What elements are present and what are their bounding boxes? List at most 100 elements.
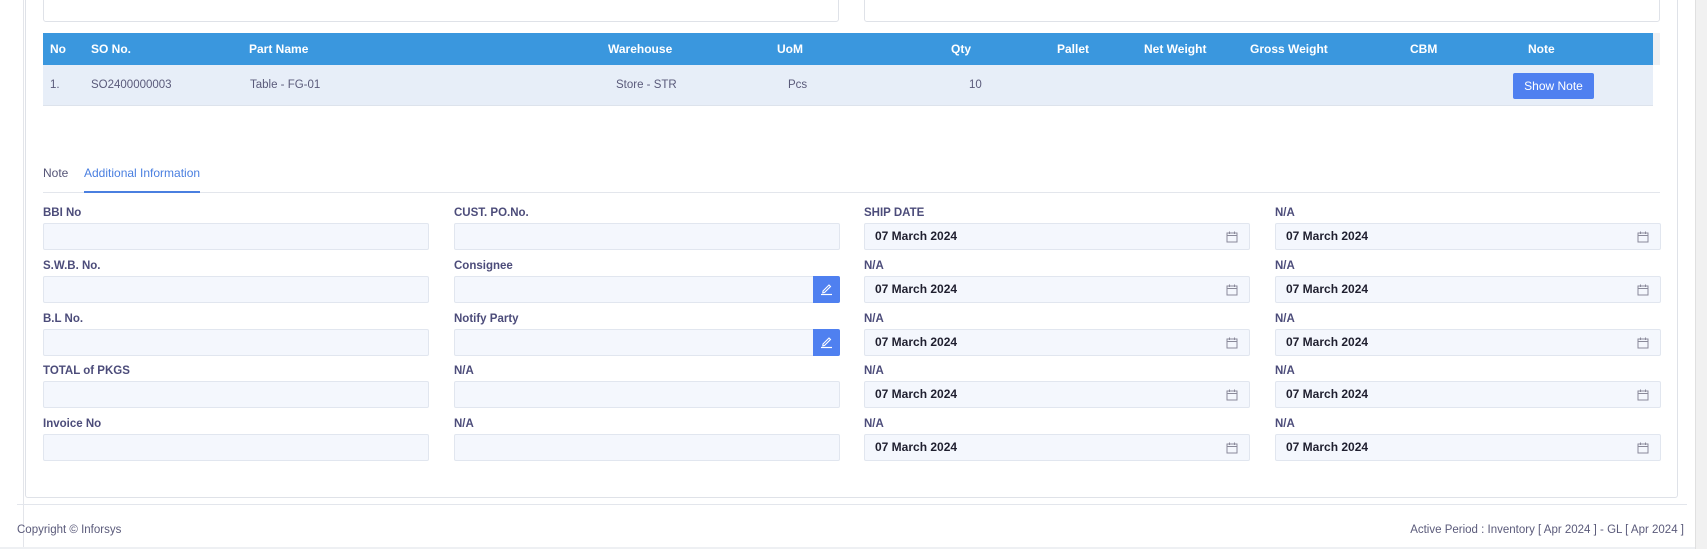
- calendar-icon[interactable]: [1226, 336, 1238, 354]
- field-n-a: N/A 07 March 2024: [1275, 312, 1661, 356]
- text-input[interactable]: [43, 381, 429, 408]
- show-note-button[interactable]: Show Note: [1513, 73, 1594, 99]
- table-row: 1. SO2400000003 Table - FG-01 Store - ST…: [43, 65, 1653, 106]
- date-input[interactable]: 07 March 2024: [1275, 276, 1661, 303]
- cell-qty: 10: [969, 79, 982, 91]
- tab-note[interactable]: Note: [43, 160, 68, 193]
- text-input[interactable]: [43, 434, 429, 461]
- field-label: N/A: [1275, 418, 1295, 430]
- date-input[interactable]: 07 March 2024: [1275, 434, 1661, 461]
- field-n-a: N/A 07 March 2024: [864, 259, 1250, 303]
- field-label: N/A: [1275, 313, 1295, 325]
- field-label: N/A: [1275, 365, 1295, 377]
- input-value: 07 March 2024: [875, 335, 958, 349]
- text-input[interactable]: [454, 434, 840, 461]
- field-label: N/A: [864, 365, 884, 377]
- text-input[interactable]: [454, 381, 840, 408]
- input-value: 07 March 2024: [1286, 229, 1369, 243]
- date-input[interactable]: 07 March 2024: [1275, 223, 1661, 250]
- field-s-w-b-no: S.W.B. No.: [43, 259, 429, 303]
- field-consignee: Consignee: [454, 259, 840, 303]
- col-header-part-name: Part Name: [249, 42, 309, 56]
- date-input[interactable]: 07 March 2024: [864, 329, 1250, 356]
- field-n-a: N/A 07 March 2024: [1275, 417, 1661, 461]
- field-label: B.L No.: [43, 313, 84, 325]
- field-label: Invoice No: [43, 418, 102, 430]
- field-n-a: N/A 07 March 2024: [1275, 259, 1661, 303]
- field-n-a: N/A 07 March 2024: [1275, 206, 1661, 250]
- page: No SO No. Part Name Warehouse UoM Qty Pa…: [0, 0, 1707, 549]
- field-label: N/A: [864, 313, 884, 325]
- text-input[interactable]: [43, 223, 429, 250]
- calendar-icon[interactable]: [1226, 283, 1238, 301]
- edit-button[interactable]: [813, 276, 840, 303]
- text-input[interactable]: [454, 276, 840, 303]
- input-value: 07 March 2024: [875, 282, 958, 296]
- input-value: 07 March 2024: [1286, 440, 1369, 454]
- col-header-uom: UoM: [777, 42, 803, 56]
- cell-no: 1.: [50, 79, 60, 91]
- calendar-icon[interactable]: [1226, 230, 1238, 248]
- date-input[interactable]: 07 March 2024: [864, 434, 1250, 461]
- col-header-net-weight: Net Weight: [1144, 42, 1207, 56]
- cell-part-name: Table - FG-01: [250, 79, 321, 91]
- text-area-left[interactable]: [43, 0, 839, 22]
- field-label: N/A: [1275, 207, 1295, 219]
- cell-so-no: SO2400000003: [91, 79, 172, 91]
- calendar-icon[interactable]: [1637, 336, 1649, 354]
- field-bbi-no: BBI No: [43, 206, 429, 250]
- field-notify-party: Notify Party: [454, 312, 840, 356]
- field-cust-po-no: CUST. PO.No.: [454, 206, 840, 250]
- calendar-icon[interactable]: [1226, 441, 1238, 459]
- field-invoice-no: Invoice No: [43, 417, 429, 461]
- field-n-a: N/A: [454, 364, 840, 408]
- field-label: CUST. PO.No.: [454, 207, 529, 219]
- field-label: SHIP DATE: [864, 207, 925, 219]
- text-input[interactable]: [43, 329, 429, 356]
- date-input[interactable]: 07 March 2024: [1275, 329, 1661, 356]
- text-input[interactable]: [454, 223, 840, 250]
- field-ship-date: SHIP DATE 07 March 2024: [864, 206, 1250, 250]
- col-header-pallet: Pallet: [1057, 42, 1090, 56]
- scrollbar[interactable]: [1695, 0, 1707, 549]
- tab-additional-information[interactable]: Additional Information: [84, 160, 201, 193]
- input-value: 07 March 2024: [875, 387, 958, 401]
- col-header-warehouse: Warehouse: [608, 42, 673, 56]
- field-label: S.W.B. No.: [43, 260, 101, 272]
- field-label: Notify Party: [454, 313, 519, 325]
- cell-uom: Pcs: [788, 79, 808, 91]
- field-label: N/A: [1275, 260, 1295, 272]
- field-label: N/A: [864, 260, 884, 272]
- calendar-icon[interactable]: [1637, 230, 1649, 248]
- field-n-a: N/A 07 March 2024: [864, 312, 1250, 356]
- field-label: N/A: [454, 418, 474, 430]
- text-area-right[interactable]: [864, 0, 1660, 22]
- text-input[interactable]: [43, 276, 429, 303]
- tab-bar: Note Additional Information: [43, 160, 1660, 193]
- calendar-icon[interactable]: [1226, 388, 1238, 406]
- field-label: Consignee: [454, 260, 513, 272]
- field-n-a: N/A 07 March 2024: [864, 364, 1250, 408]
- col-header-no: No: [50, 42, 66, 56]
- field-label: TOTAL of PKGS: [43, 365, 130, 377]
- calendar-icon[interactable]: [1637, 388, 1649, 406]
- date-input[interactable]: 07 March 2024: [1275, 381, 1661, 408]
- calendar-icon[interactable]: [1637, 441, 1649, 459]
- date-input[interactable]: 07 March 2024: [864, 381, 1250, 408]
- date-input[interactable]: 07 March 2024: [864, 276, 1250, 303]
- field-label: BBI No: [43, 207, 82, 219]
- col-header-gross-weight: Gross Weight: [1250, 42, 1328, 56]
- input-value: 07 March 2024: [875, 229, 958, 243]
- field-n-a: N/A 07 March 2024: [1275, 364, 1661, 408]
- date-input[interactable]: 07 March 2024: [864, 223, 1250, 250]
- field-n-a: N/A: [454, 417, 840, 461]
- input-value: 07 March 2024: [875, 440, 958, 454]
- calendar-icon[interactable]: [1637, 283, 1649, 301]
- footer-divider: [17, 504, 1687, 505]
- sidebar-edge: [0, 0, 24, 549]
- text-input[interactable]: [454, 329, 840, 356]
- items-table: No SO No. Part Name Warehouse UoM Qty Pa…: [43, 33, 1653, 106]
- copyright-text: Copyright © Inforsys: [17, 524, 122, 536]
- edit-button[interactable]: [813, 329, 840, 356]
- field-label: N/A: [864, 418, 884, 430]
